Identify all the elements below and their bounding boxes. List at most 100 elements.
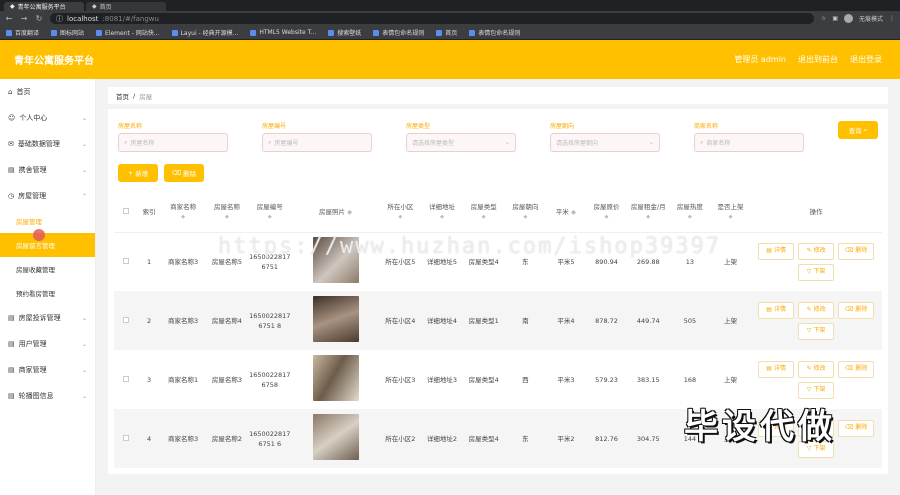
edit-button[interactable]: ✎ 修改	[798, 242, 835, 260]
column-header[interactable]: 商家名称 ◆	[160, 192, 207, 233]
row-checkbox[interactable]	[123, 434, 130, 441]
house-orientation-select[interactable]: 请选择房屋朝向 ⌄	[550, 133, 660, 152]
reload-icon[interactable]: ↻	[35, 14, 43, 23]
cell-index: 1	[138, 232, 161, 291]
sort-icon[interactable]: ◆	[669, 212, 711, 222]
sidebar-item-users[interactable]: ▤ 用户管理 ⌄	[0, 331, 95, 357]
shop-name-input[interactable]: ⌕ 商家名称	[694, 133, 804, 152]
sort-icon[interactable]: ◆	[505, 212, 547, 222]
sidebar-subitem-house-manage[interactable]: 房屋管理	[0, 209, 95, 233]
column-header[interactable]: 房屋名称 ◆	[206, 192, 248, 233]
delete-row-button[interactable]: ⌫ 删除	[838, 242, 875, 260]
column-header[interactable]: 房屋租金/月 ◆	[627, 192, 670, 233]
sidebar-subitem-house-favorite[interactable]: 房屋收藏管理	[0, 257, 95, 281]
sort-icon[interactable]: ◆	[711, 212, 750, 222]
bookmark-item[interactable]: 表情包命名规则	[469, 28, 520, 37]
breadcrumb-home[interactable]: 首页	[116, 91, 129, 101]
add-button[interactable]: + 新增	[118, 164, 158, 182]
column-header[interactable]: 房屋照片 ◆	[291, 192, 380, 233]
sidebar-item-roommate[interactable]: ▤ 携舍管理 ⌄	[0, 157, 95, 183]
sort-icon[interactable]: ◆	[347, 208, 352, 216]
detail-button[interactable]: ▤ 详情	[758, 360, 795, 378]
browser-tab[interactable]: ◆ 首页	[86, 2, 166, 11]
mail-icon: ✉	[8, 140, 14, 148]
bookmark-item[interactable]: 表情包命名规则	[373, 28, 424, 37]
sidebar-subitem-viewing[interactable]: 预约看房管理	[0, 281, 95, 305]
sort-icon[interactable]: ◆	[248, 212, 292, 222]
delete-row-button[interactable]: ⌫ 删除	[838, 301, 875, 319]
sort-icon[interactable]: ◆	[571, 208, 576, 216]
sidebar-item-home[interactable]: ⌂ 首页	[0, 79, 95, 105]
column-header[interactable]: 房屋编号 ◆	[247, 192, 292, 233]
edit-button[interactable]: ✎ 修改	[798, 360, 835, 378]
row-checkbox[interactable]	[123, 257, 130, 264]
doc-icon: ▤	[8, 366, 15, 374]
edit-button[interactable]: ✎ 修改	[798, 301, 835, 319]
sort-icon[interactable]: ◆	[160, 212, 206, 222]
sort-icon[interactable]: ◆	[421, 212, 463, 222]
column-header[interactable]: 房屋原价 ◆	[585, 192, 628, 233]
column-header[interactable]: 是否上架 ◆	[710, 192, 751, 233]
sort-icon[interactable]: ◆	[463, 212, 505, 222]
column-header[interactable]: 所在小区 ◆	[379, 192, 422, 233]
column-header[interactable]: 房屋类型 ◆	[462, 192, 505, 233]
column-header[interactable]: 房屋朝向 ◆	[504, 192, 547, 233]
unlist-button[interactable]: ▽ 下架	[798, 322, 835, 340]
sidebar-item-complaint[interactable]: ▤ 房屋投诉管理 ⌄	[0, 305, 95, 331]
back-icon[interactable]: ←	[5, 14, 13, 23]
bookmark-item[interactable]: 搜索壁纸	[328, 28, 361, 37]
bookmark-item[interactable]: Element - 网站快...	[96, 28, 160, 37]
column-header: 索引	[138, 192, 161, 233]
bookmark-icon	[171, 29, 178, 36]
column-header[interactable]: 房屋热度 ◆	[669, 192, 711, 233]
unlist-button[interactable]: ▽ 下架	[798, 263, 835, 281]
delete-row-button[interactable]: ⌫ 删除	[838, 419, 875, 437]
bookmark-item[interactable]: 首页	[436, 28, 457, 37]
bookmark-item[interactable]: Layui - 经典开源模...	[171, 28, 238, 37]
house-photo[interactable]	[312, 355, 359, 401]
cell-ops: ▤ 详情 ✎ 修改 ⌫ 删除 ▽ 下架	[750, 232, 882, 291]
bookmark-item[interactable]: 百度翻译	[6, 28, 39, 37]
sort-icon[interactable]: ◆	[379, 212, 421, 222]
sidebar-item-house[interactable]: ◷ 房屋管理 ⌃	[0, 183, 95, 209]
sidebar-item-profile[interactable]: ☺ 个人中心 ⌄	[0, 105, 95, 131]
front-page-link[interactable]: 退出到前台	[798, 54, 838, 65]
delete-button[interactable]: ⌫ 删除	[164, 164, 204, 182]
address-bar[interactable]: ⓘ localhost:8081/#/fangwu	[50, 13, 814, 24]
row-checkbox[interactable]	[123, 316, 130, 323]
edit-icon: ✎	[806, 365, 812, 372]
bookmark-item[interactable]: 图标网站	[51, 28, 84, 37]
sort-icon[interactable]: ◆	[206, 212, 248, 222]
sort-icon[interactable]: ◆	[627, 212, 669, 222]
forward-icon[interactable]: →	[20, 14, 28, 23]
sidebar-subitem-house-message[interactable]: 房屋留言管理	[0, 233, 95, 257]
sidebar-item-basic-data[interactable]: ✉ 基础数据管理 ⌄	[0, 131, 95, 157]
select-all-checkbox[interactable]	[123, 207, 130, 214]
down-icon: ▽	[806, 386, 812, 393]
house-type-select[interactable]: 请选择房屋类型 ⌄	[406, 133, 516, 152]
cell-name: 房屋名称2	[206, 409, 248, 468]
detail-button[interactable]: ▤ 详情	[758, 301, 795, 319]
menu-icon[interactable]: ⋮	[889, 15, 895, 22]
house-code-input[interactable]: ⌕ 房屋编号	[262, 133, 372, 152]
detail-button[interactable]: ▤ 详情	[758, 242, 795, 260]
house-photo[interactable]	[312, 414, 359, 460]
bookmark-item[interactable]: HTML5 Website T...	[250, 29, 316, 36]
row-checkbox[interactable]	[123, 375, 130, 382]
browser-tab-active[interactable]: ◆ 青年公寓服务平台	[4, 2, 84, 11]
star-icon[interactable]: ☆	[821, 15, 826, 22]
column-header[interactable]: 详细地址 ◆	[421, 192, 463, 233]
house-photo[interactable]	[312, 296, 359, 342]
unlist-button[interactable]: ▽ 下架	[798, 381, 835, 399]
extensions-icon[interactable]: ▣	[832, 15, 838, 22]
search-button[interactable]: 查询 ⌕	[838, 121, 878, 139]
bookmarks-bar: 百度翻译 图标网站 Element - 网站快... Layui - 经典开源模…	[0, 26, 900, 40]
logout-link[interactable]: 退出登录	[850, 54, 882, 65]
sidebar-item-carousel[interactable]: ▤ 轮播图信息 ⌄	[0, 383, 95, 409]
delete-row-button[interactable]: ⌫ 删除	[838, 360, 875, 378]
sort-icon[interactable]: ◆	[586, 212, 628, 222]
house-name-input[interactable]: ⌕ 房屋名称	[118, 133, 228, 152]
column-header[interactable]: 平米 ◆	[546, 192, 586, 233]
profile-avatar[interactable]	[843, 14, 853, 23]
sidebar-item-merchants[interactable]: ▤ 商家管理 ⌄	[0, 357, 95, 383]
